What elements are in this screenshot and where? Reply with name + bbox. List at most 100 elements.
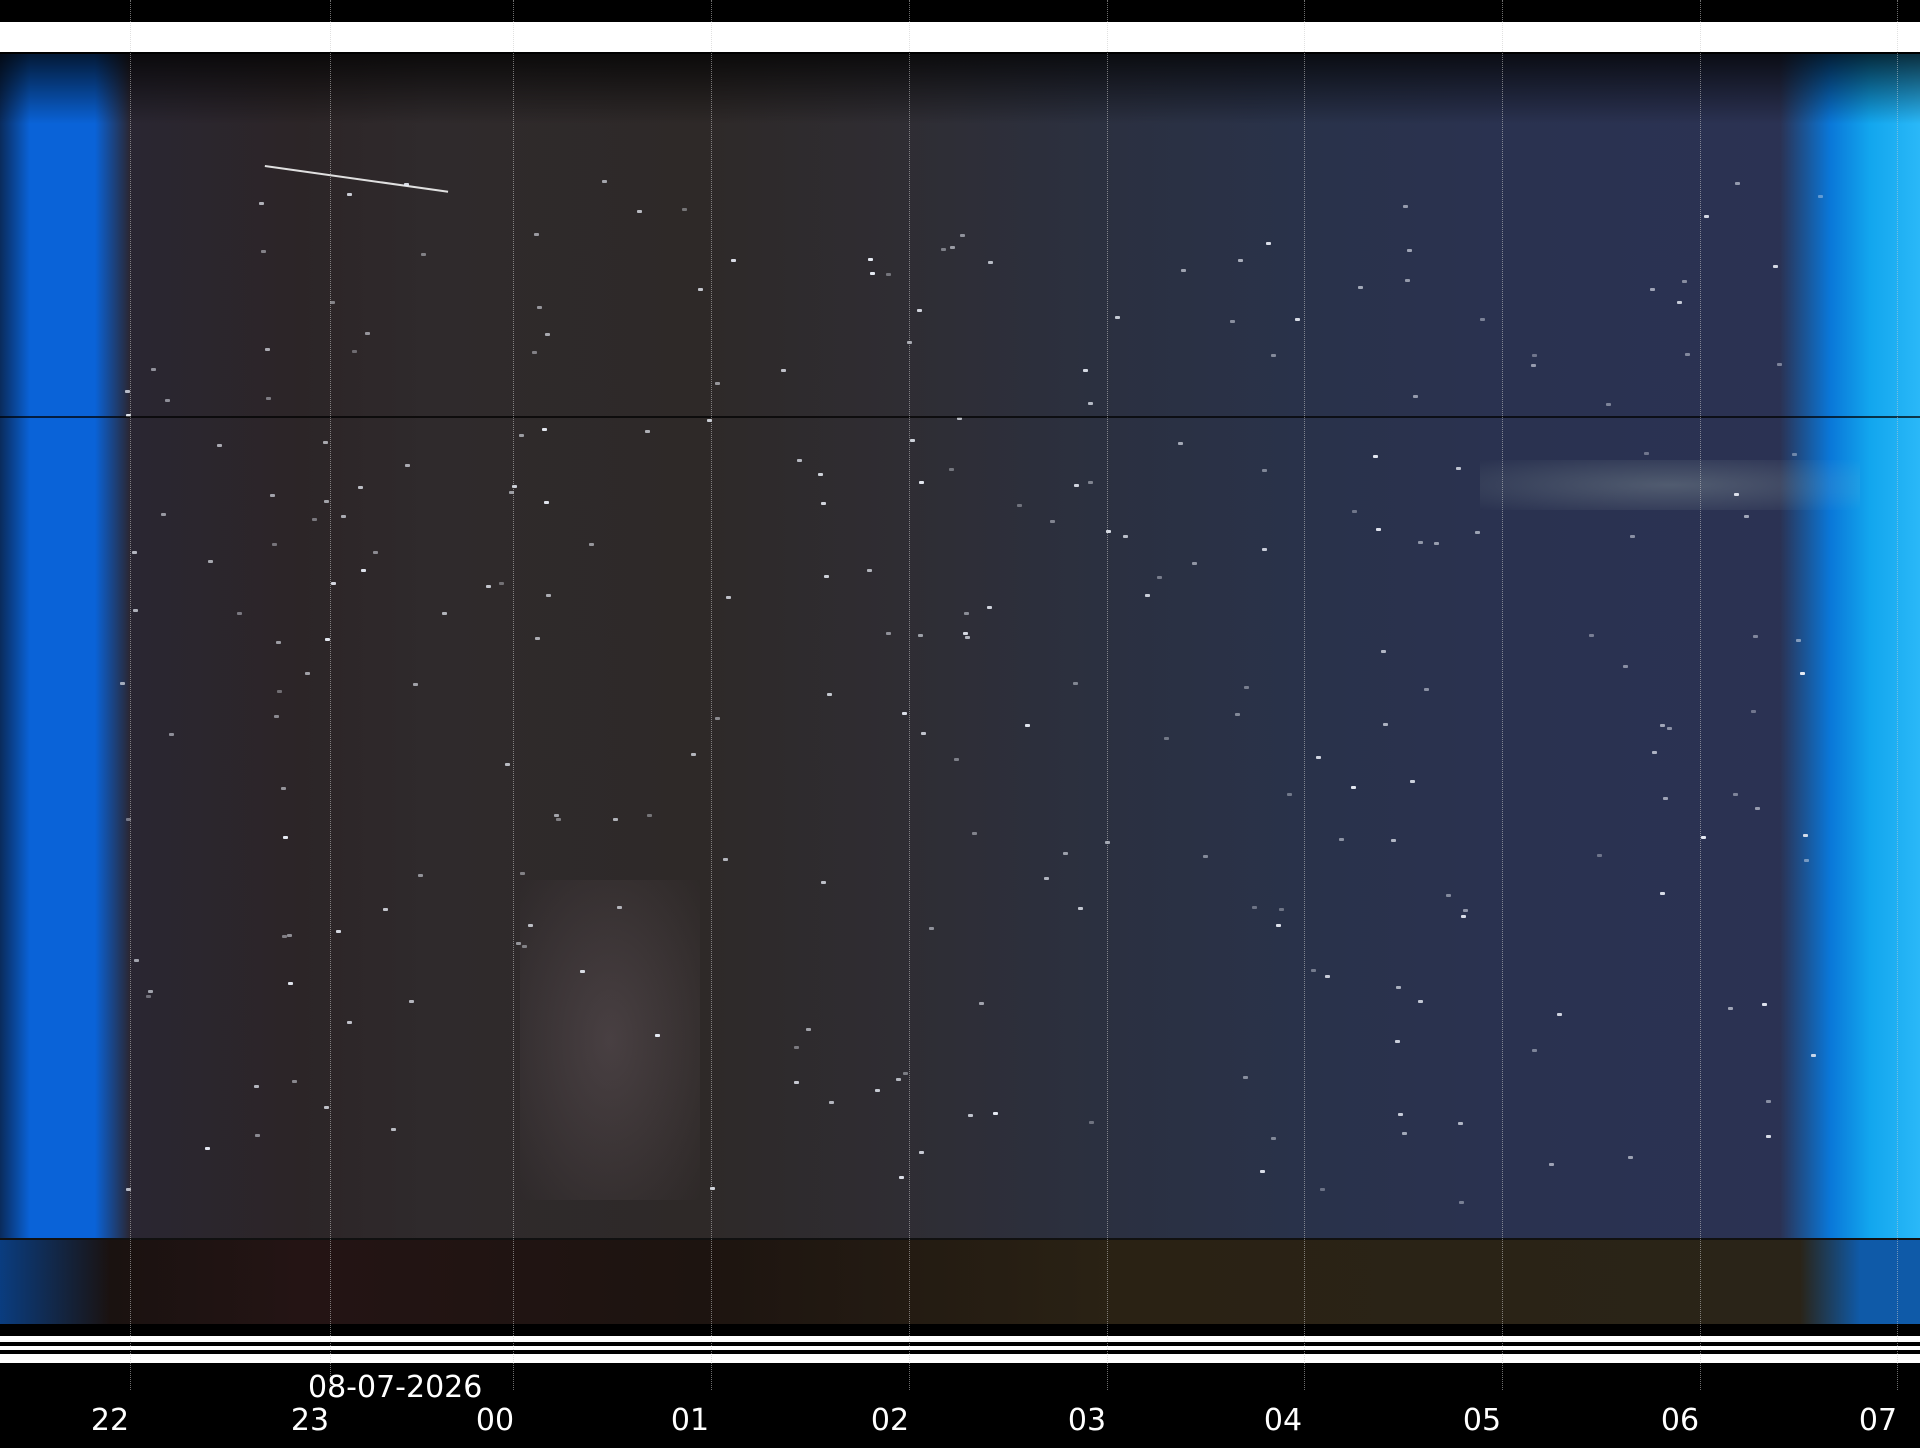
star bbox=[499, 581, 505, 585]
star bbox=[160, 513, 166, 517]
hour-gridline bbox=[909, 0, 910, 1390]
star bbox=[1017, 504, 1023, 508]
star bbox=[537, 305, 543, 309]
star bbox=[1743, 514, 1749, 518]
star bbox=[1338, 838, 1344, 842]
star bbox=[829, 1100, 835, 1104]
star bbox=[1262, 548, 1268, 552]
star bbox=[554, 813, 560, 817]
keogram-view: 08-07-2026 22 23 00 01 02 03 04 05 06 07 bbox=[0, 0, 1920, 1448]
milky-way-glow bbox=[520, 880, 700, 1200]
star bbox=[1243, 686, 1249, 690]
star bbox=[1751, 709, 1757, 713]
star bbox=[1685, 352, 1691, 356]
star bbox=[715, 381, 721, 385]
star bbox=[1063, 851, 1069, 855]
star bbox=[899, 1176, 905, 1180]
hour-gridline bbox=[330, 0, 331, 1390]
star bbox=[546, 594, 552, 598]
hour-gridline bbox=[1304, 0, 1305, 1390]
star bbox=[612, 818, 618, 821]
star bbox=[1229, 320, 1235, 324]
star bbox=[519, 872, 525, 876]
star bbox=[1319, 1188, 1325, 1192]
star bbox=[917, 308, 923, 312]
hour-label: 01 bbox=[670, 1403, 710, 1438]
star bbox=[1357, 286, 1363, 290]
star bbox=[322, 441, 328, 445]
star bbox=[645, 429, 651, 433]
star bbox=[259, 201, 265, 205]
star bbox=[1350, 785, 1356, 789]
hour-label: 05 bbox=[1462, 1403, 1502, 1438]
star bbox=[1089, 1121, 1095, 1125]
star bbox=[950, 246, 956, 250]
star bbox=[1762, 1002, 1768, 1006]
star bbox=[534, 232, 540, 236]
date-label: 08-07-2026 bbox=[308, 1370, 483, 1405]
star bbox=[1087, 401, 1093, 405]
star bbox=[1479, 318, 1485, 322]
star bbox=[1324, 975, 1330, 979]
star bbox=[1623, 664, 1628, 668]
star bbox=[515, 942, 521, 946]
star bbox=[1458, 1201, 1464, 1205]
star bbox=[1643, 452, 1649, 456]
star bbox=[1433, 542, 1439, 546]
star bbox=[885, 272, 891, 276]
star bbox=[1474, 531, 1480, 535]
star bbox=[793, 1046, 799, 1050]
star bbox=[528, 924, 534, 928]
star bbox=[404, 183, 410, 187]
star bbox=[1242, 1075, 1248, 1079]
star bbox=[1401, 1132, 1407, 1136]
star bbox=[1588, 634, 1594, 638]
hour-gridline bbox=[1700, 0, 1701, 1390]
star bbox=[505, 762, 511, 766]
hour-label: 02 bbox=[870, 1403, 910, 1438]
dawn-glow bbox=[1480, 460, 1860, 510]
star bbox=[1251, 905, 1257, 909]
hour-label: 06 bbox=[1660, 1403, 1700, 1438]
star bbox=[1164, 736, 1170, 740]
star bbox=[1115, 315, 1121, 319]
star bbox=[964, 636, 970, 640]
star bbox=[358, 485, 364, 489]
hour-gridline bbox=[130, 0, 131, 1390]
star bbox=[826, 692, 832, 696]
star bbox=[1265, 241, 1271, 245]
star bbox=[441, 611, 447, 615]
star bbox=[1666, 727, 1672, 731]
star bbox=[1295, 317, 1301, 321]
star bbox=[1049, 520, 1055, 524]
star bbox=[972, 831, 978, 835]
star bbox=[867, 568, 873, 572]
star bbox=[1191, 561, 1197, 565]
star bbox=[1405, 278, 1411, 282]
star bbox=[1676, 300, 1682, 304]
star bbox=[1455, 467, 1461, 471]
star bbox=[1352, 509, 1358, 513]
star bbox=[1460, 914, 1466, 918]
star bbox=[534, 636, 540, 640]
white-stripe-3 bbox=[0, 1354, 1920, 1363]
star bbox=[255, 1134, 261, 1138]
star bbox=[1078, 907, 1084, 911]
star bbox=[1811, 1053, 1817, 1057]
star bbox=[236, 611, 242, 615]
star bbox=[1605, 403, 1611, 407]
star bbox=[260, 250, 266, 254]
star bbox=[1423, 687, 1429, 691]
star bbox=[1765, 1100, 1771, 1104]
star bbox=[1792, 452, 1798, 456]
hour-gridline bbox=[513, 0, 514, 1390]
star bbox=[556, 818, 562, 822]
star bbox=[959, 233, 965, 237]
star bbox=[1044, 876, 1050, 880]
star bbox=[820, 881, 826, 885]
star bbox=[485, 585, 491, 589]
star bbox=[602, 180, 608, 184]
hour-label: 00 bbox=[475, 1403, 515, 1438]
star bbox=[616, 905, 622, 909]
hour-label: 22 bbox=[90, 1403, 130, 1438]
